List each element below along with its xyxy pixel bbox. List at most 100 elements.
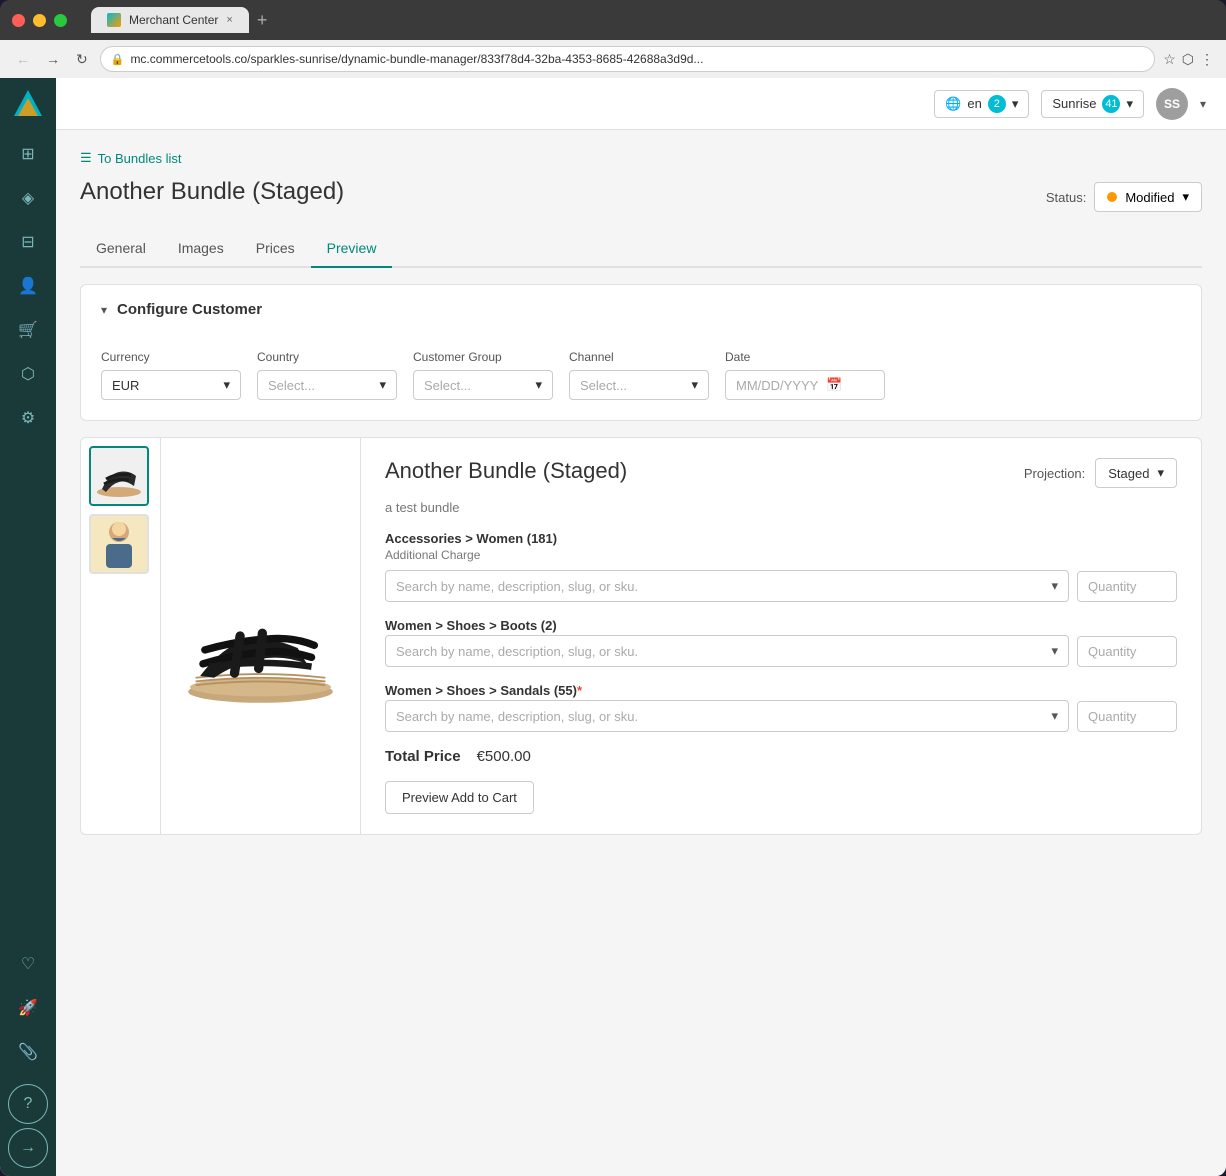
preview-main-image [161, 438, 361, 834]
sidebar-item-products[interactable]: ◈ [8, 178, 48, 218]
forward-btn[interactable]: → [42, 47, 64, 71]
bookmark-icon[interactable]: ☆ [1163, 51, 1176, 68]
section-1-title: Accessories > Women (181) [385, 531, 1177, 546]
channel-select[interactable]: Select... ▾ [569, 370, 709, 400]
customer-group-chevron-icon: ▾ [535, 377, 542, 393]
country-select[interactable]: Select... ▾ [257, 370, 397, 400]
project-count-badge: 41 [1102, 95, 1120, 113]
settings-icon: ⚙ [21, 408, 35, 428]
close-window-btn[interactable] [12, 14, 25, 27]
section-1-search-row: Search by name, description, slug, or sk… [385, 570, 1177, 602]
status-value: Modified [1125, 190, 1174, 205]
section-2-search-row: Search by name, description, slug, or sk… [385, 635, 1177, 667]
tab-images[interactable]: Images [162, 230, 240, 268]
new-tab-btn[interactable]: + [257, 11, 268, 29]
sidebar-item-dashboard[interactable]: ⊞ [8, 134, 48, 174]
sidebar-item-settings[interactable]: ⚙ [8, 398, 48, 438]
section-2-quantity[interactable]: Quantity [1077, 636, 1177, 667]
currency-select[interactable]: EUR ▾ [101, 370, 241, 400]
country-chevron-icon: ▾ [379, 377, 386, 393]
calendar-icon[interactable]: 📅 [826, 377, 842, 393]
sidebar-item-clip[interactable]: 📎 [8, 1032, 48, 1072]
collapse-chevron-icon: ▾ [101, 303, 107, 317]
thumbnail-person[interactable] [89, 514, 149, 574]
product-title: Another Bundle (Staged) [385, 458, 1014, 484]
sidebar-item-cart[interactable]: 🛒 [8, 310, 48, 350]
tags-icon: ⬡ [21, 364, 35, 384]
app-container: ⊞ ◈ ⊟ 👤 🛒 ⬡ ⚙ ♡ [0, 78, 1226, 1176]
thumbnail-person-img [94, 516, 144, 572]
maximize-window-btn[interactable] [54, 14, 67, 27]
sidebar-item-favorites[interactable]: ♡ [8, 944, 48, 984]
clip-icon: 📎 [18, 1042, 38, 1062]
section-3-title: Women > Shoes > Sandals (55)* [385, 683, 1177, 698]
tab-prices[interactable]: Prices [240, 230, 311, 268]
browser-tab-bar: Merchant Center × + [91, 7, 1214, 33]
section-1-quantity[interactable]: Quantity [1077, 571, 1177, 602]
currency-value: EUR [112, 378, 139, 393]
language-count-badge: 2 [988, 95, 1006, 113]
minimize-window-btn[interactable] [33, 14, 46, 27]
date-label: Date [725, 350, 885, 364]
sidebar-item-customers[interactable]: 👤 [8, 266, 48, 306]
status-dot [1107, 192, 1117, 202]
country-placeholder: Select... [268, 378, 315, 393]
catalog-icon: ⊟ [21, 232, 34, 252]
left-nav: ⊞ ◈ ⊟ 👤 🛒 ⬡ ⚙ ♡ [0, 78, 56, 1176]
language-selector[interactable]: 🌐 en 2 ▾ [934, 90, 1029, 118]
back-btn[interactable]: ← [12, 47, 34, 71]
thumbnail-sandal-img [94, 454, 144, 498]
browser-tab[interactable]: Merchant Center × [91, 7, 249, 33]
required-star: * [577, 683, 582, 698]
user-chevron-icon: ▾ [1200, 97, 1206, 111]
total-price-row: Total Price €500.00 [385, 748, 1177, 765]
sidebar-item-help[interactable]: ? [8, 1084, 48, 1124]
project-selector[interactable]: Sunrise 41 ▾ [1041, 90, 1144, 118]
product-section-sandals: Women > Shoes > Sandals (55)* Search by … [385, 683, 1177, 732]
date-input[interactable]: MM/DD/YYYY 📅 [725, 370, 885, 400]
sidebar-item-catalog[interactable]: ⊟ [8, 222, 48, 262]
section-1-search-placeholder: Search by name, description, slug, or sk… [396, 579, 638, 594]
language-text: en [967, 96, 981, 111]
sidebar-item-tags[interactable]: ⬡ [8, 354, 48, 394]
status-dropdown[interactable]: Modified ▾ [1094, 182, 1202, 212]
cart-icon: 🛒 [18, 320, 38, 340]
arrow-icon: → [20, 1139, 36, 1157]
project-chevron-icon: ▾ [1126, 96, 1133, 112]
url-text: mc.commercetools.co/sparkles-sunrise/dyn… [130, 52, 1144, 66]
security-icon: 🔒 [111, 53, 125, 66]
customers-icon: 👤 [18, 276, 38, 296]
tab-general[interactable]: General [80, 230, 162, 268]
tab-preview[interactable]: Preview [311, 230, 393, 268]
total-price-label: Total Price [385, 748, 461, 765]
user-avatar[interactable]: SS [1156, 88, 1188, 120]
section-3-search-placeholder: Search by name, description, slug, or sk… [396, 709, 638, 724]
browser-toolbar-icons: ☆ ⬡ ⋮ [1163, 51, 1214, 68]
preview-thumbnails [81, 438, 161, 834]
refresh-btn[interactable]: ↻ [72, 47, 92, 72]
address-bar[interactable]: 🔒 mc.commercetools.co/sparkles-sunrise/d… [100, 46, 1155, 72]
customer-group-select[interactable]: Select... ▾ [413, 370, 553, 400]
section-2-search-placeholder: Search by name, description, slug, or sk… [396, 644, 638, 659]
section-2-search-chevron: ▾ [1051, 643, 1058, 659]
country-field: Country Select... ▾ [257, 350, 397, 400]
sidebar-item-arrow[interactable]: → [8, 1128, 48, 1168]
tab-title: Merchant Center [129, 13, 218, 27]
section-3-quantity[interactable]: Quantity [1077, 701, 1177, 732]
section-2-search[interactable]: Search by name, description, slug, or sk… [385, 635, 1069, 667]
sidebar-item-rocket[interactable]: 🚀 [8, 988, 48, 1028]
configure-customer-header[interactable]: ▾ Configure Customer [81, 285, 1201, 334]
tab-close-btn[interactable]: × [226, 14, 232, 26]
browser-toolbar: ← → ↻ 🔒 mc.commercetools.co/sparkles-sun… [0, 40, 1226, 78]
extension-icon[interactable]: ⬡ [1182, 51, 1194, 68]
section-1-search[interactable]: Search by name, description, slug, or sk… [385, 570, 1069, 602]
breadcrumb[interactable]: ☰ To Bundles list [80, 150, 1202, 166]
section-3-search[interactable]: Search by name, description, slug, or sk… [385, 700, 1069, 732]
more-icon[interactable]: ⋮ [1200, 51, 1214, 68]
thumbnail-sandal[interactable] [89, 446, 149, 506]
product-subtitle: a test bundle [385, 500, 1177, 515]
projection-select[interactable]: Staged ▾ [1095, 458, 1177, 488]
channel-field: Channel Select... ▾ [569, 350, 709, 400]
preview-add-to-cart-btn[interactable]: Preview Add to Cart [385, 781, 534, 814]
country-label: Country [257, 350, 397, 364]
